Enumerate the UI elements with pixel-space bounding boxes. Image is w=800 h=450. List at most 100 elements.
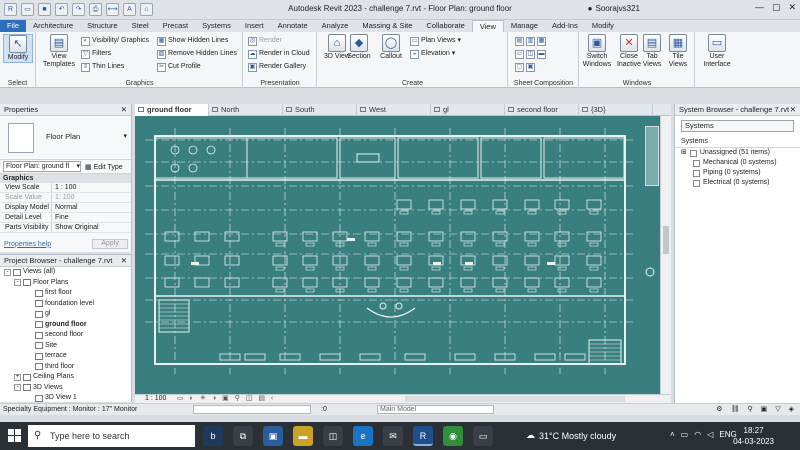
tree-item[interactable]: - Views (all) (0, 267, 131, 278)
properties-help-link[interactable]: Properties help (4, 241, 51, 248)
render-button[interactable]: ◎ Render (248, 36, 282, 46)
view-tab-north[interactable]: North (209, 104, 283, 116)
revit-app-icon[interactable]: R (413, 426, 433, 446)
3d-icon[interactable]: ⌂ (140, 3, 153, 16)
horizontal-scrollbar[interactable] (405, 396, 625, 402)
drawing-canvas[interactable] (135, 116, 671, 394)
minimize-icon[interactable]: — (755, 2, 764, 13)
tab-structure[interactable]: Structure (80, 20, 124, 32)
graphics-group-label[interactable]: Graphics (37, 80, 242, 87)
view-scale[interactable]: 1 : 100 (145, 395, 166, 403)
task-view-icon[interactable]: ⧉ (233, 426, 253, 446)
properties-section-graphics[interactable]: Graphics (0, 174, 131, 183)
vertical-scrollbar[interactable] (660, 116, 671, 394)
tab-systems[interactable]: Systems (195, 20, 238, 32)
workset-field[interactable] (193, 405, 311, 414)
close-icon[interactable]: ✕ (121, 255, 127, 266)
view-tab-gl[interactable]: gl (431, 104, 505, 116)
taskbar-search-input[interactable]: ⚲ Type here to search (28, 425, 195, 447)
view-templates-button[interactable]: ▤ View Templates (41, 34, 77, 69)
tree-item[interactable]: + Ceiling Plans (0, 372, 131, 383)
view-tab-ground-floor[interactable]: ground floor (135, 104, 209, 116)
view-tab-west[interactable]: West (357, 104, 431, 116)
plan-views-button[interactable]: ▭ Plan Views ▾ (410, 36, 461, 46)
tab-views-button[interactable]: ▤ Tab Views (640, 34, 664, 69)
tree-item[interactable]: 3D View 1 (0, 393, 131, 404)
close-icon[interactable]: ✕ (790, 104, 796, 115)
collapse-icon[interactable]: - (14, 279, 21, 287)
edit-type-button[interactable]: ▦ Edit Type (85, 163, 123, 171)
system-selector[interactable]: Systems (681, 120, 794, 132)
view-tab-3d[interactable]: {3D} (579, 104, 653, 116)
editable-only-icon[interactable]: ⚙ (716, 404, 722, 415)
render-cloud-button[interactable]: ☁ Render in Cloud (248, 49, 310, 59)
list-item[interactable]: Mechanical (0 systems) (675, 158, 800, 168)
battery-icon[interactable]: ▭ (681, 430, 689, 439)
close-icon[interactable]: ✕ (788, 2, 796, 13)
tag-icon[interactable]: A (123, 3, 136, 16)
view-control-icons[interactable]: ▭ ◐ ☀ ◑ ▣ ⚲ ◫ ▤ ‹ (177, 395, 275, 403)
elevation-button[interactable]: ◒ Elevation ▾ (410, 49, 455, 59)
user-interface-button[interactable]: ▭ User Interface (700, 34, 734, 69)
view-reference-button[interactable]: ▢ ▣ (515, 62, 535, 72)
tab-steel[interactable]: Steel (125, 20, 156, 32)
tree-item[interactable]: second floor (0, 330, 131, 341)
scrollbar-thumb[interactable] (663, 226, 669, 254)
volume-icon[interactable]: ◁ (707, 430, 713, 439)
view-tab-south[interactable]: South (283, 104, 357, 116)
tab-file[interactable]: File (0, 20, 27, 32)
undo-icon[interactable]: ↶ (55, 3, 68, 16)
callout-button[interactable]: ◯ Callout (376, 34, 406, 61)
redo-icon[interactable]: ↷ (72, 3, 85, 16)
instance-selector[interactable]: Floor Plan: ground fl ▾ (3, 161, 81, 172)
view-tab-second-floor[interactable]: second floor (505, 104, 579, 116)
remove-hidden-lines-button[interactable]: ▧ Remove Hidden Lines (157, 49, 237, 59)
tab-manage[interactable]: Manage (504, 20, 545, 32)
measure-icon[interactable]: ⟷ (106, 3, 119, 16)
pinned-icon[interactable]: ⚲ (747, 404, 752, 415)
modify-button[interactable]: ↖ Modify (3, 34, 33, 63)
collapse-icon[interactable]: - (4, 268, 11, 276)
bing-icon[interactable]: b (203, 426, 223, 446)
maximize-icon[interactable]: ▢ (772, 2, 781, 13)
filters-button[interactable]: ▽ Filters (81, 49, 111, 59)
thin-lines-button[interactable]: ≡ Thin Lines (81, 62, 124, 72)
visibility-graphics-button[interactable]: ◐ Visibility/ Graphics (81, 36, 149, 46)
tree-item[interactable]: - Floor Plans (0, 278, 131, 289)
save-icon[interactable]: ■ (38, 3, 51, 16)
tab-analyze[interactable]: Analyze (315, 20, 356, 32)
tree-item[interactable]: - 3D Views (0, 383, 131, 394)
prop-value-input[interactable]: Normal (52, 203, 78, 212)
chrome-icon[interactable]: ◉ (443, 426, 463, 446)
view-placement-button[interactable]: ▭ ◫ ▬ (515, 49, 546, 59)
list-item[interactable]: ⊞ Unassigned (51 items) (675, 148, 800, 158)
tree-item[interactable]: foundation level (0, 299, 131, 310)
filter-icon[interactable]: ▽ (775, 404, 780, 415)
tree-item[interactable]: Site (0, 341, 131, 352)
clock[interactable]: 18:27 04-03-2023 (733, 425, 774, 447)
prop-value-input[interactable]: Fine (52, 213, 69, 222)
prop-value-input[interactable]: 1 : 100 (52, 183, 76, 192)
tab-add-ins[interactable]: Add-Ins (545, 20, 585, 32)
tile-views-button[interactable]: ▦ Tile Views (666, 34, 690, 69)
switch-windows-button[interactable]: ▣ Switch Windows (582, 34, 612, 69)
model-selector[interactable]: Main Model (377, 405, 494, 414)
user-menu[interactable]: ● Soorajvs321 (588, 4, 640, 13)
tree-item[interactable]: ground floor (0, 320, 131, 331)
print-icon[interactable]: ⎙ (89, 3, 102, 16)
edge-icon[interactable]: e (353, 426, 373, 446)
tab-precast[interactable]: Precast (156, 20, 195, 32)
chevron-up-icon[interactable]: ˄ (670, 430, 675, 439)
close-icon[interactable]: ✕ (121, 104, 127, 115)
navigation-bar[interactable] (645, 126, 659, 186)
windows-start-icon[interactable] (8, 429, 21, 442)
selection-icon[interactable]: ◈ (789, 404, 794, 415)
photos-viewer-icon[interactable]: ▭ (473, 426, 493, 446)
show-hidden-lines-button[interactable]: ▦ Show Hidden Lines (157, 36, 228, 46)
expand-icon[interactable]: + (14, 373, 21, 381)
tab-collaborate[interactable]: Collaborate (419, 20, 471, 32)
prop-value-input[interactable]: Show Original (52, 223, 99, 232)
open-icon[interactable]: ▭ (21, 3, 34, 16)
tab-insert[interactable]: Insert (238, 20, 271, 32)
render-gallery-button[interactable]: ▣ Render Gallery (248, 62, 306, 72)
